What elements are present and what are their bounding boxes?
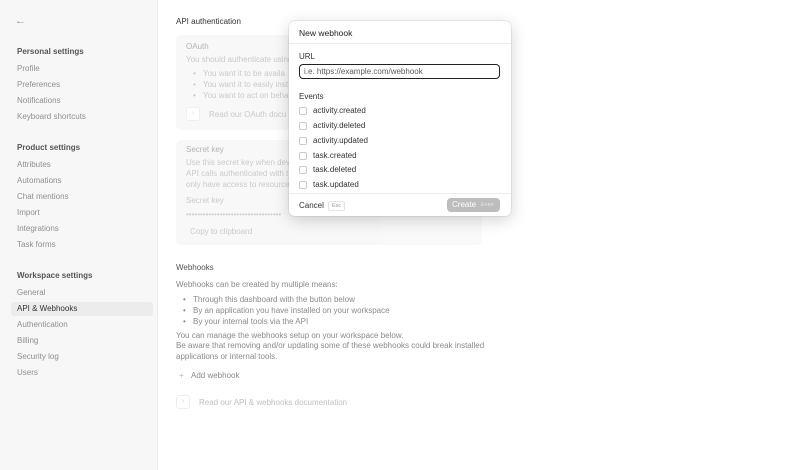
enter-shortcut: Enter: [480, 202, 494, 208]
checkbox[interactable]: [299, 122, 307, 130]
sidebar-item-profile[interactable]: Profile: [11, 62, 153, 76]
webhooks-bullet: By an application you have installed on …: [183, 306, 390, 315]
oauth-bullet: You want it to be availa: [193, 69, 285, 78]
sidebar-item-general[interactable]: General: [11, 286, 153, 300]
secret-key-desc: Use this secret key when dev: [186, 158, 291, 167]
event-row-task-updated[interactable]: task.updated: [299, 180, 499, 192]
url-input[interactable]: [299, 64, 500, 79]
secret-key-title: Secret key: [186, 145, 224, 154]
url-label: URL: [299, 52, 316, 61]
oauth-bullet: You want it to easily inst: [193, 80, 288, 89]
event-label: task.deleted: [313, 165, 357, 174]
create-button[interactable]: Create Enter: [447, 198, 500, 212]
chevron-right-icon[interactable]: ›: [186, 107, 200, 121]
events-label: Events: [299, 92, 324, 101]
event-row-activity-deleted[interactable]: activity.deleted: [299, 121, 499, 133]
webhooks-warning: applications or internal tools.: [176, 352, 278, 361]
api-authentication-heading: API authentication: [176, 17, 241, 26]
checkbox[interactable]: [299, 137, 307, 145]
modal-title: New webhook: [299, 28, 353, 38]
cancel-label: Cancel: [299, 201, 324, 210]
sidebar-item-preferences[interactable]: Preferences: [11, 78, 153, 92]
event-label: activity.updated: [313, 136, 368, 145]
secret-key-label: Secret key: [186, 196, 224, 205]
sidebar-item-notifications[interactable]: Notifications: [11, 94, 153, 108]
cancel-button[interactable]: Cancel Esc: [299, 199, 346, 213]
plus-icon: +: [179, 371, 184, 380]
webhooks-bullet: By your internal tools via the API: [183, 317, 308, 326]
sidebar-item-import[interactable]: Import: [11, 206, 153, 220]
event-label: task.updated: [313, 180, 359, 189]
webhooks-docs-link[interactable]: Read our API & webhooks documentation: [199, 398, 347, 407]
secret-key-desc: API calls authenticated with t: [186, 169, 289, 178]
new-webhook-modal: New webhook URL Events activity.created …: [289, 21, 511, 216]
oauth-bullet: You want to act on beha: [193, 91, 289, 100]
sidebar: ← Personal settings Profile Preferences …: [0, 0, 158, 470]
webhooks-warning: Be aware that removing and/or updating s…: [176, 341, 485, 350]
event-row-task-deleted[interactable]: task.deleted: [299, 165, 499, 177]
product-settings-title: Product settings: [17, 143, 81, 152]
webhooks-bullet: Through this dashboard with the button b…: [183, 295, 355, 304]
sidebar-item-automations[interactable]: Automations: [11, 174, 153, 188]
sidebar-item-chat-mentions[interactable]: Chat mentions: [11, 190, 153, 204]
modal-footer: Cancel Esc Create Enter: [289, 193, 511, 216]
checkbox[interactable]: [299, 107, 307, 115]
secret-key-value: ••••••••••••••••••••••••••••••••••: [186, 210, 282, 219]
back-arrow-icon[interactable]: ←: [15, 14, 29, 28]
sidebar-item-security-log[interactable]: Security log: [11, 350, 153, 364]
modal-header: New webhook: [289, 21, 511, 44]
workspace-settings-title: Workspace settings: [17, 271, 93, 280]
webhooks-intro: Webhooks can be created by multiple mean…: [176, 280, 338, 289]
sidebar-item-task-forms[interactable]: Task forms: [11, 238, 153, 252]
event-row-task-created[interactable]: task.created: [299, 151, 499, 163]
personal-settings-title: Personal settings: [17, 47, 84, 56]
chevron-right-icon[interactable]: ›: [176, 395, 190, 409]
create-label: Create: [452, 200, 477, 209]
event-row-activity-created[interactable]: activity.created: [299, 106, 499, 118]
sidebar-item-integrations[interactable]: Integrations: [11, 222, 153, 236]
add-webhook-button[interactable]: Add webhook: [191, 371, 239, 380]
sidebar-item-keyboard-shortcuts[interactable]: Keyboard shortcuts: [11, 110, 153, 124]
oauth-docs-link[interactable]: Read our OAuth docu: [209, 110, 286, 119]
event-label: task.created: [313, 151, 357, 160]
sidebar-item-users[interactable]: Users: [11, 366, 153, 380]
event-label: activity.created: [313, 106, 366, 115]
webhooks-manage-text: You can manage the webhooks setup on you…: [176, 331, 404, 340]
sidebar-item-authentication[interactable]: Authentication: [11, 318, 153, 332]
webhooks-heading: Webhooks: [176, 263, 214, 272]
secret-key-desc: only have access to resource: [186, 180, 290, 189]
oauth-intro: You should authenticate using: [186, 55, 293, 64]
checkbox[interactable]: [299, 181, 307, 189]
event-row-activity-updated[interactable]: activity.updated: [299, 136, 499, 148]
checkbox[interactable]: [299, 152, 307, 160]
checkbox[interactable]: [299, 166, 307, 174]
oauth-title: OAuth: [186, 42, 209, 51]
sidebar-item-attributes[interactable]: Attributes: [11, 158, 153, 172]
sidebar-item-billing[interactable]: Billing: [11, 334, 153, 348]
copy-to-clipboard-button[interactable]: Copy to clipboard: [190, 227, 252, 236]
sidebar-item-api-webhooks[interactable]: API & Webhooks: [11, 302, 153, 316]
event-label: activity.deleted: [313, 121, 366, 130]
esc-shortcut: Esc: [327, 200, 346, 211]
